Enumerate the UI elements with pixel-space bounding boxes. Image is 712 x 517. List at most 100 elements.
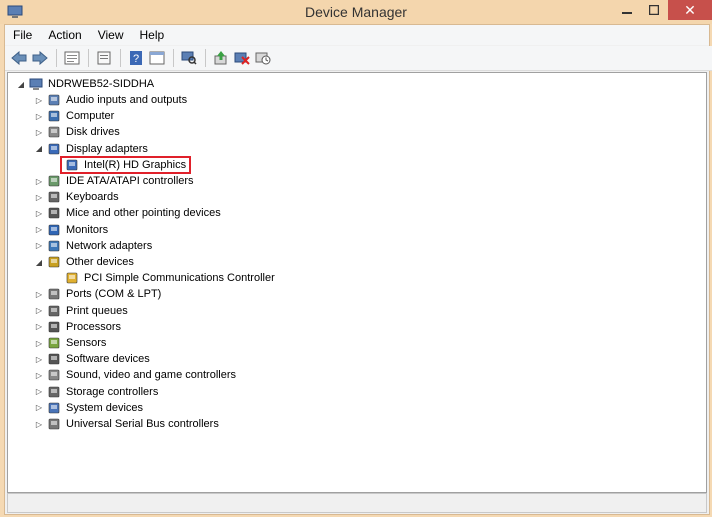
- expand-arrow-icon[interactable]: ▷: [34, 238, 44, 254]
- computer-icon: [29, 78, 43, 90]
- expand-arrow-icon[interactable]: ▷: [34, 384, 44, 400]
- sensor-icon: [48, 337, 60, 349]
- tree-category-label: IDE ATA/ATAPI controllers: [66, 175, 194, 187]
- tree-category-row[interactable]: ▷ Monitors: [34, 222, 108, 238]
- tree-category-row[interactable]: ▷ Print queues: [34, 303, 128, 319]
- mouse-icon: [48, 208, 60, 219]
- maximize-icon: [649, 5, 659, 15]
- tree-category-row[interactable]: ▷ Storage controllers: [34, 384, 158, 400]
- console-tree-icon: [149, 51, 165, 65]
- expand-arrow-icon[interactable]: ▷: [34, 319, 44, 335]
- tree-category-row[interactable]: ▷ Sensors: [34, 335, 106, 351]
- expand-arrow-icon[interactable]: ▷: [34, 400, 44, 416]
- status-bar: [7, 493, 707, 513]
- tree-category-row[interactable]: ◢ Display adapters: [34, 141, 148, 157]
- tree-category-row[interactable]: ▷ Universal Serial Bus controllers: [34, 416, 219, 432]
- console-tree-button[interactable]: [147, 48, 167, 68]
- help-button[interactable]: ?: [126, 48, 146, 68]
- back-arrow-icon: [11, 51, 27, 65]
- expand-arrow-icon[interactable]: ▷: [34, 416, 44, 432]
- tree-category-label: Sound, video and game controllers: [66, 369, 236, 382]
- tree-category-label: Mice and other pointing devices: [66, 207, 221, 220]
- minimize-icon: [622, 12, 632, 14]
- toolbar-separator: [88, 49, 89, 67]
- expand-arrow-icon[interactable]: ▷: [34, 124, 44, 140]
- tree-category-label: Sensors: [66, 337, 107, 349]
- unknown-device-icon: [48, 256, 60, 268]
- expand-arrow-icon[interactable]: ▷: [34, 286, 44, 302]
- disable-device-button[interactable]: [253, 48, 273, 68]
- tree-category-label: System devices: [66, 401, 144, 414]
- tree-category-row[interactable]: ▷ Ports (COM & LPT): [34, 286, 161, 302]
- speaker-icon: [48, 94, 60, 106]
- tree-device-row[interactable]: Intel(R) HD Graphics: [60, 155, 192, 174]
- scan-hardware-button[interactable]: [179, 48, 199, 68]
- collapse-arrow-icon[interactable]: ◢: [16, 76, 26, 92]
- tree-category-row[interactable]: ◢ Other devices: [34, 254, 134, 270]
- disk-drive-icon: [48, 127, 60, 138]
- menu-action[interactable]: Action: [40, 25, 89, 45]
- expand-arrow-icon[interactable]: ▷: [34, 205, 44, 221]
- tree-root-node[interactable]: ◢ NDRWEB52-SIDDHA: [16, 76, 154, 92]
- tree-device-row[interactable]: PCI Simple Communications Controller: [62, 270, 275, 286]
- expand-arrow-icon[interactable]: ▷: [34, 173, 44, 189]
- svg-text:?: ?: [133, 53, 139, 65]
- update-list-button[interactable]: [94, 48, 114, 68]
- forward-button[interactable]: [30, 48, 50, 68]
- update-driver-button[interactable]: [211, 48, 231, 68]
- menu-help[interactable]: Help: [132, 25, 173, 45]
- back-button[interactable]: [9, 48, 29, 68]
- expand-arrow-icon[interactable]: ▷: [34, 108, 44, 124]
- expand-arrow-icon[interactable]: ▷: [34, 222, 44, 238]
- expand-arrow-icon[interactable]: ▷: [34, 367, 44, 383]
- collapse-arrow-icon[interactable]: ◢: [34, 141, 44, 157]
- tree-category-row[interactable]: ▷ Disk drives: [34, 124, 120, 140]
- expand-arrow-icon[interactable]: ▷: [34, 351, 44, 367]
- tree-category-row[interactable]: ▷ Keyboards: [34, 189, 119, 205]
- tree-device-label: Intel(R) HD Graphics: [84, 158, 187, 171]
- expand-arrow-icon[interactable]: ▷: [34, 92, 44, 108]
- tree-category-label: Monitors: [66, 223, 109, 236]
- expand-arrow-icon[interactable]: ▷: [34, 303, 44, 319]
- keyboard-icon: [48, 191, 60, 203]
- menu-bar: File Action View Help: [5, 25, 709, 45]
- selected-device-highlight: Intel(R) HD Graphics: [60, 155, 192, 174]
- usb-icon: [48, 418, 60, 430]
- tree-category-row[interactable]: ▷ Mice and other pointing devices: [34, 205, 221, 221]
- update-driver-icon: [214, 51, 227, 65]
- expand-arrow-icon[interactable]: ▷: [34, 189, 44, 205]
- collapse-arrow-icon[interactable]: ◢: [34, 254, 44, 270]
- tree-category-label: Audio inputs and outputs: [66, 94, 188, 106]
- close-icon: ✕: [684, 1, 696, 18]
- storage-controller-icon: [48, 386, 60, 397]
- tree-category-label: Universal Serial Bus controllers: [66, 418, 219, 430]
- minimize-button[interactable]: [614, 0, 640, 20]
- tree-category-label: Ports (COM & LPT): [66, 288, 162, 301]
- network-adapter-icon: [48, 240, 60, 252]
- computer-name: NDRWEB52-SIDDHA: [48, 78, 155, 90]
- tree-category-row[interactable]: ▷ System devices: [34, 400, 143, 416]
- window-frame: File Action View Help ? ◢ NDRWEB52-SIDDH…: [4, 24, 712, 515]
- forward-arrow-icon: [32, 51, 48, 65]
- tree-category-row[interactable]: ▷ Audio inputs and outputs: [34, 92, 187, 108]
- update-list-icon: [97, 51, 111, 65]
- tree-category-row[interactable]: ▷ IDE ATA/ATAPI controllers: [34, 173, 194, 189]
- toolbar-separator: [56, 49, 57, 67]
- menu-file[interactable]: File: [5, 25, 40, 45]
- properties-button[interactable]: [62, 48, 82, 68]
- device-tree[interactable]: ◢ NDRWEB52-SIDDHA ▷ Audio inputs and outp…: [7, 72, 707, 493]
- tree-category-row[interactable]: ▷ Computer: [34, 108, 114, 124]
- close-button[interactable]: ✕: [668, 0, 712, 20]
- printer-icon: [48, 305, 60, 316]
- tree-category-row[interactable]: ▷ Network adapters: [34, 238, 152, 254]
- maximize-button[interactable]: [641, 0, 667, 20]
- tree-category-label: Computer: [66, 110, 115, 123]
- tree-category-row[interactable]: ▷ Sound, video and game controllers: [34, 367, 236, 383]
- uninstall-button[interactable]: [232, 48, 252, 68]
- software-device-icon: [48, 353, 60, 365]
- tree-category-row[interactable]: ▷ Software devices: [34, 351, 150, 367]
- title-bar: Device Manager ✕: [0, 0, 712, 24]
- menu-view[interactable]: View: [90, 25, 132, 45]
- expand-arrow-icon[interactable]: ▷: [34, 335, 44, 351]
- tree-category-row[interactable]: ▷ Processors: [34, 319, 121, 335]
